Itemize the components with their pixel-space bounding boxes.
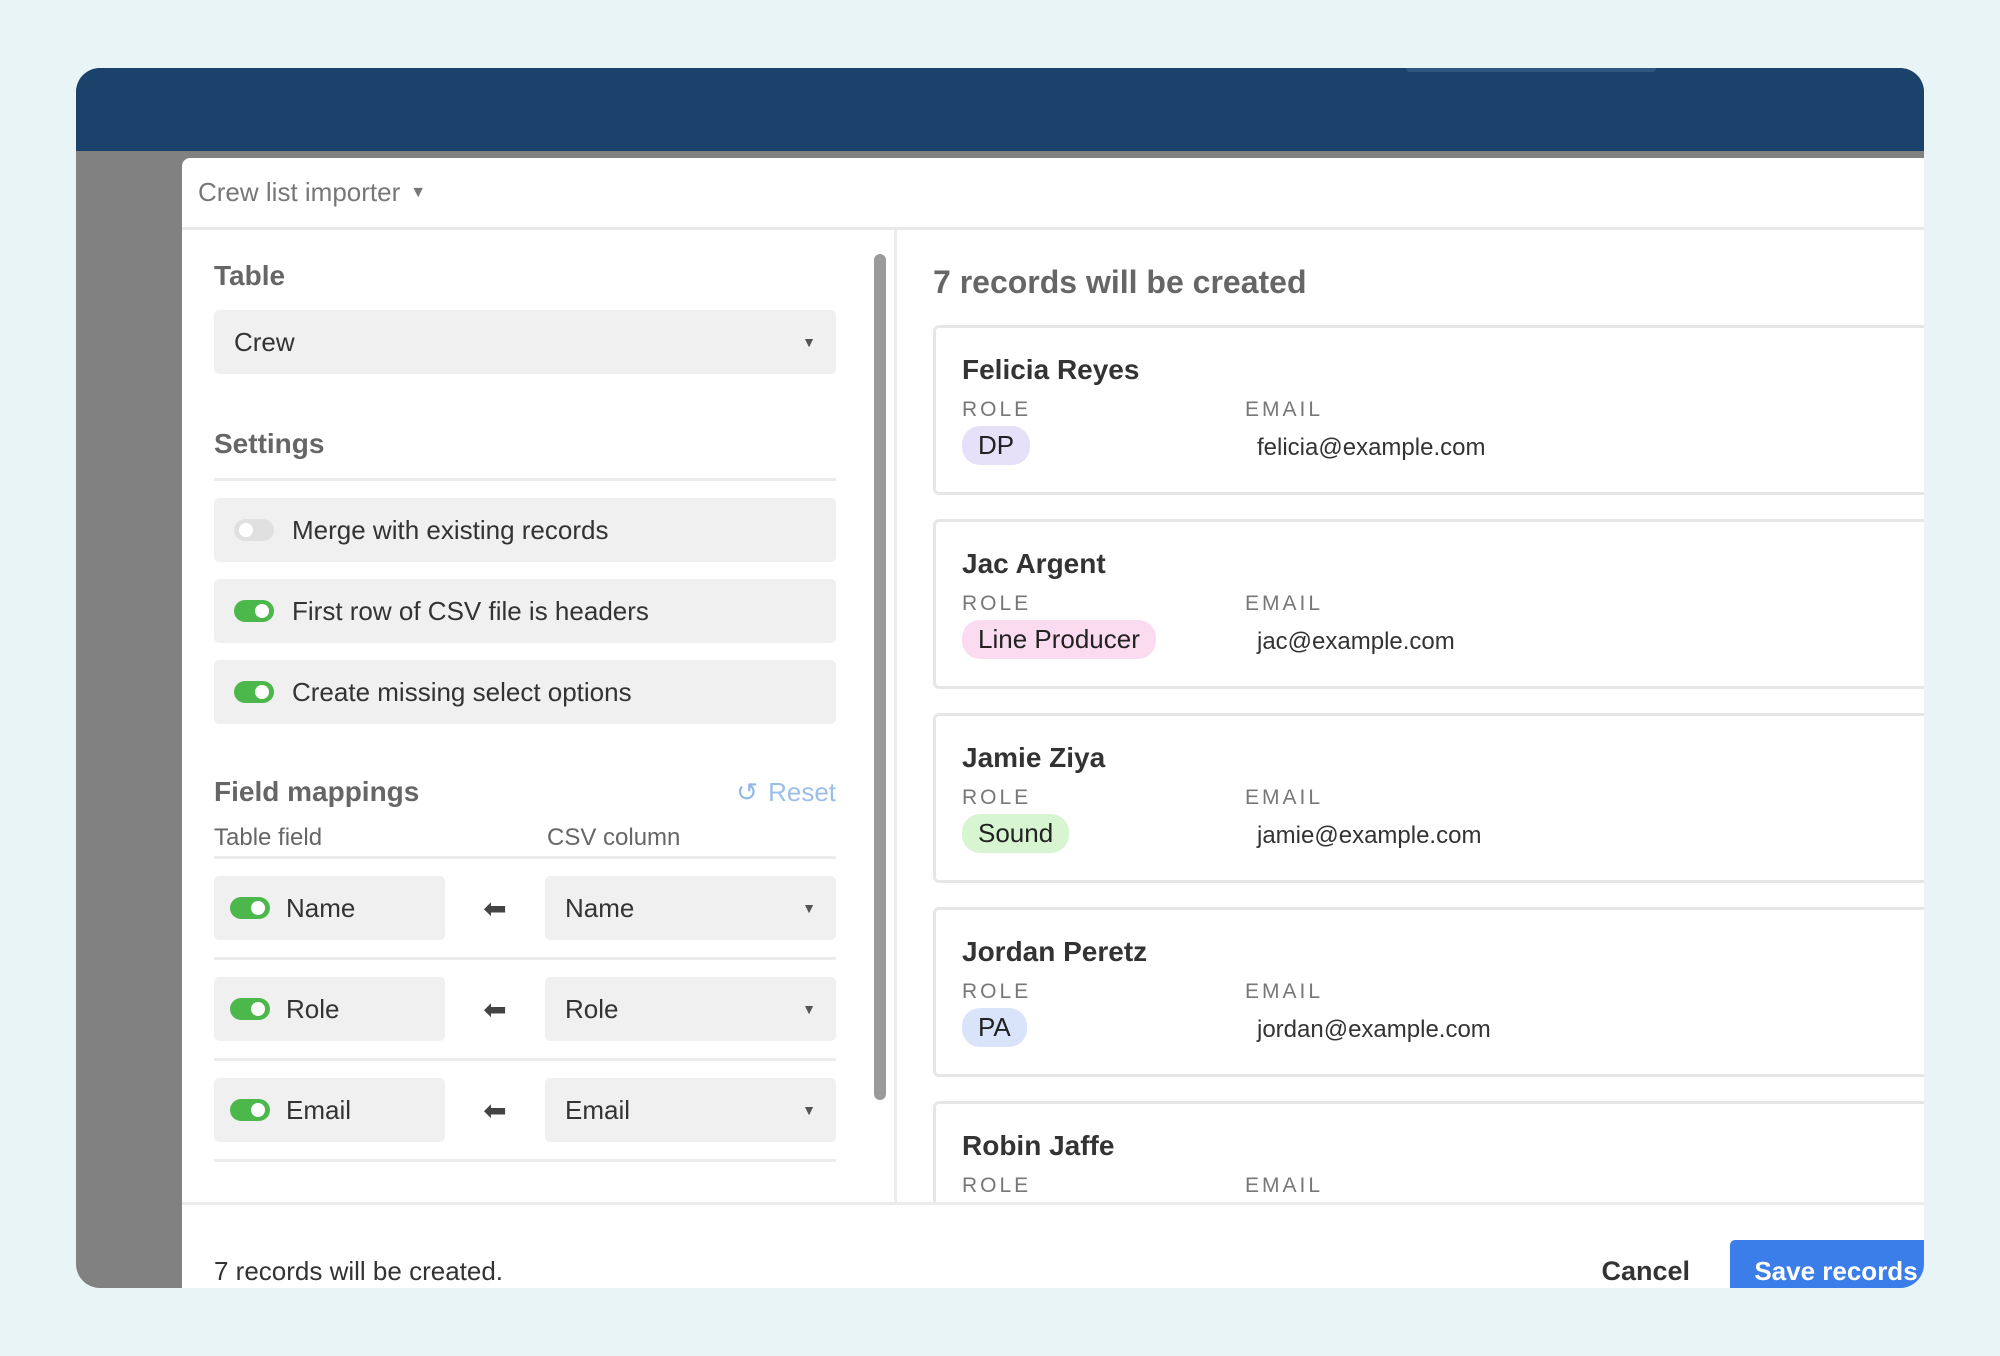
role-label: ROLE (962, 1174, 1245, 1198)
role-pill: DP (962, 426, 1030, 465)
divider (214, 478, 836, 481)
left-scrollbar[interactable] (874, 254, 886, 1100)
record-card: Jordan Peretz ROLE PA EMAIL jordan@examp… (933, 907, 1924, 1077)
csv-column-value: Name (565, 893, 634, 924)
email-label: EMAIL (1245, 592, 1455, 616)
mapping-field-label: Email (286, 1095, 351, 1126)
role-pill: Sound (962, 814, 1069, 853)
setting-label: First row of CSV file is headers (292, 596, 649, 627)
toggle-switch[interactable] (234, 681, 274, 703)
record-card: Jamie Ziya ROLE Sound EMAIL jamie@exampl… (933, 713, 1924, 883)
record-card: Robin Jaffe ROLE EMAIL (933, 1101, 1924, 1202)
toggle-switch[interactable] (230, 998, 270, 1020)
caret-down-icon: ▼ (802, 900, 816, 916)
csv-column-value: Role (565, 994, 618, 1025)
csv-column-select[interactable]: Name ▼ (545, 876, 836, 940)
cancel-button[interactable]: Cancel (1601, 1256, 1690, 1287)
toggle-switch[interactable] (230, 897, 270, 919)
record-name: Jac Argent (962, 548, 1921, 580)
role-pill: Line Producer (962, 620, 1156, 659)
email-label: EMAIL (1245, 980, 1491, 1004)
email-label: EMAIL (1245, 398, 1485, 422)
mapping-field-label: Name (286, 893, 355, 924)
csv-column-value: Email (565, 1095, 630, 1126)
table-field-header: Table field (214, 824, 547, 852)
modal-footer: 7 records will be created. Cancel Save r… (182, 1202, 1924, 1288)
mapping-field: Name (214, 876, 445, 940)
arrow-left-icon: ⬅ (445, 892, 545, 925)
setting-label: Merge with existing records (292, 515, 608, 546)
caret-down-icon: ▼ (802, 1102, 816, 1118)
settings-label: Settings (214, 428, 862, 460)
modal-header: Crew list importer ▼ ✕ (182, 158, 1924, 230)
mapping-column-headers: Table field CSV column (214, 824, 836, 859)
config-pane: Table Crew ▼ Settings Merge with existin… (182, 230, 894, 1202)
arrow-left-icon: ⬅ (445, 1094, 545, 1127)
csv-column-select[interactable]: Email ▼ (545, 1078, 836, 1142)
email-value: jac@example.com (1257, 628, 1455, 656)
csv-column-header: CSV column (547, 824, 680, 852)
toggle-switch[interactable] (234, 519, 274, 541)
role-label: ROLE (962, 786, 1245, 810)
mapping-field-label: Role (286, 994, 339, 1025)
caret-down-icon: ▼ (802, 1001, 816, 1017)
importer-title-dropdown[interactable]: Crew list importer ▼ (198, 177, 426, 208)
arrow-left-icon: ⬅ (445, 993, 545, 1026)
record-name: Felicia Reyes (962, 354, 1921, 386)
mapping-row-name: Name ⬅ Name ▼ (214, 876, 836, 960)
mapping-field: Role (214, 977, 445, 1041)
reset-button[interactable]: ↺ Reset (736, 777, 836, 808)
email-value: felicia@example.com (1257, 434, 1485, 462)
toggle-switch[interactable] (234, 600, 274, 622)
setting-label: Create missing select options (292, 677, 632, 708)
app-window: Crew list importer ▼ ✕ Table Crew ▼ Sett… (76, 68, 1924, 1288)
setting-first-row-headers[interactable]: First row of CSV file is headers (214, 579, 836, 643)
role-label: ROLE (962, 980, 1245, 1004)
preview-pane: 7 records will be created Felicia Reyes … (897, 230, 1924, 1202)
app-topbar (76, 68, 1924, 151)
record-name: Jamie Ziya (962, 742, 1921, 774)
save-records-button[interactable]: Save records (1730, 1240, 1924, 1289)
email-label: EMAIL (1245, 786, 1481, 810)
record-name: Robin Jaffe (962, 1130, 1921, 1162)
csv-column-select[interactable]: Role ▼ (545, 977, 836, 1041)
caret-down-icon: ▼ (410, 184, 426, 202)
field-mappings-label: Field mappings (214, 776, 419, 808)
table-label: Table (214, 260, 862, 292)
app-topbar-tab (1406, 68, 1656, 72)
email-value: jamie@example.com (1257, 822, 1481, 850)
record-card: Jac Argent ROLE Line Producer EMAIL jac@… (933, 519, 1924, 689)
field-mappings-header: Field mappings ↺ Reset (214, 776, 836, 808)
role-pill: PA (962, 1008, 1027, 1047)
reset-label: Reset (768, 777, 836, 808)
record-name: Jordan Peretz (962, 936, 1921, 968)
mapping-row-email: Email ⬅ Email ▼ (214, 1078, 836, 1162)
mapping-row-role: Role ⬅ Role ▼ (214, 977, 836, 1061)
reset-icon: ↺ (736, 777, 758, 808)
caret-down-icon: ▼ (802, 334, 816, 350)
setting-merge-existing[interactable]: Merge with existing records (214, 498, 836, 562)
importer-modal: Crew list importer ▼ ✕ Table Crew ▼ Sett… (182, 158, 1924, 1288)
records-title: 7 records will be created (933, 264, 1924, 301)
modal-title: Crew list importer (198, 177, 400, 208)
toggle-switch[interactable] (230, 1099, 270, 1121)
role-label: ROLE (962, 592, 1245, 616)
record-card: Felicia Reyes ROLE DP EMAIL felicia@exam… (933, 325, 1924, 495)
role-label: ROLE (962, 398, 1245, 422)
email-value: jordan@example.com (1257, 1016, 1491, 1044)
footer-summary: 7 records will be created. (214, 1256, 503, 1287)
email-label: EMAIL (1245, 1174, 1323, 1198)
mapping-field: Email (214, 1078, 445, 1142)
setting-create-select-options[interactable]: Create missing select options (214, 660, 836, 724)
table-select-value: Crew (234, 327, 295, 358)
table-select[interactable]: Crew ▼ (214, 310, 836, 374)
